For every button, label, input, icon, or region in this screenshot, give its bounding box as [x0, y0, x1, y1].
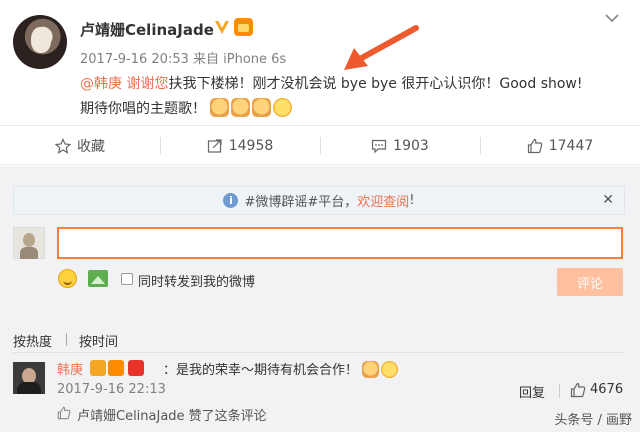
submit-comment-button[interactable]: 评论 — [557, 268, 623, 296]
repost-button[interactable]: 14958 — [160, 126, 320, 166]
my-avatar — [13, 227, 45, 259]
notice-link[interactable]: 欢迎查阅 — [357, 191, 409, 210]
repost-count: 14958 — [228, 138, 274, 154]
thumbs-up-emoji — [210, 98, 230, 117]
commenter-name[interactable]: 韩庚 — [57, 359, 83, 378]
thumbs-up-emoji — [252, 98, 272, 117]
comment-count: 1903 — [393, 138, 429, 154]
action-bar: 收藏 14958 1903 17447 — [0, 125, 640, 165]
repost-checkbox[interactable] — [121, 273, 133, 285]
post-meta: 2017-9-16 20:53 来自 iPhone 6s — [80, 52, 287, 67]
verified-icon — [90, 360, 106, 376]
comment-text: ：是我的荣幸～期待有机会合作！ — [163, 359, 400, 378]
comment-time: 2017-9-16 22:13 — [57, 382, 166, 397]
badge-icon — [128, 360, 144, 376]
thumbs-up-emoji — [231, 98, 251, 117]
emoji-icon[interactable] — [58, 269, 77, 288]
favorite-button[interactable]: 收藏 — [0, 126, 160, 166]
close-icon[interactable]: ✕ — [602, 192, 614, 208]
favorite-label: 收藏 — [77, 139, 105, 155]
post-text-line2: 期待你唱的主题歌！ — [80, 101, 206, 117]
thumbs-up-icon — [57, 406, 71, 420]
image-icon[interactable] — [88, 270, 108, 287]
verified-icon — [215, 21, 229, 34]
bow-emoji — [362, 361, 380, 378]
chevron-down-icon[interactable] — [604, 12, 620, 24]
thumbs-up-icon[interactable] — [570, 382, 586, 398]
like-count: 17447 — [548, 138, 594, 154]
vip-icon[interactable] — [234, 18, 253, 36]
comment-button[interactable]: 1903 — [320, 126, 480, 166]
comment-like-count: 4676 — [590, 382, 624, 397]
notice-suffix: ! — [409, 193, 415, 208]
comment-body: ：是我的荣幸～期待有机会合作！ — [163, 363, 359, 378]
post-text-line1: 扶我下楼梯！刚才没机会说 bye bye 很开心认识你！Good show! — [168, 76, 583, 92]
grin-emoji — [273, 98, 293, 117]
watermark: 头条号 / 画野 — [554, 413, 632, 428]
notice-text: #微博辟谣#平台， — [244, 195, 358, 210]
post-content: @韩庚 谢谢您扶我下楼梯！刚才没机会说 bye bye 很开心认识你！Good … — [80, 72, 625, 122]
comment-area: i #微博辟谣#平台， 欢迎查阅! ✕ 同时转发到我的微博 评论 按热度 按时间 … — [0, 166, 640, 432]
annotation-arrow-icon — [344, 25, 419, 70]
rumor-notice: i #微博辟谣#平台， 欢迎查阅! ✕ — [13, 186, 625, 215]
sort-by-hot[interactable]: 按热度 — [13, 331, 52, 350]
share-icon — [207, 139, 222, 153]
mention-link[interactable]: @韩庚 — [80, 76, 122, 92]
commenter-avatar[interactable] — [13, 362, 45, 394]
sort-by-time[interactable]: 按时间 — [79, 331, 118, 350]
author-avatar[interactable] — [13, 15, 67, 69]
weibo-post: 卢靖姗CelinaJade 2017-9-16 20:53 来自 iPhone … — [0, 0, 640, 125]
smile-emoji — [381, 361, 399, 378]
vip-icon — [108, 360, 124, 376]
repost-checkbox-label: 同时转发到我的微博 — [138, 275, 256, 290]
like-button[interactable]: 17447 — [480, 126, 640, 166]
reply-button[interactable]: 回复 — [519, 382, 545, 401]
star-icon — [55, 138, 71, 154]
comment-input[interactable] — [57, 227, 623, 259]
thumbs-up-icon — [527, 138, 543, 154]
comment-icon — [372, 139, 387, 154]
highlight-text: 谢谢您 — [126, 76, 169, 92]
author-name[interactable]: 卢靖姗CelinaJade — [80, 19, 214, 40]
liked-by-note: 卢靖姗CelinaJade 赞了这条评论 — [77, 409, 267, 424]
info-icon: i — [223, 193, 239, 208]
